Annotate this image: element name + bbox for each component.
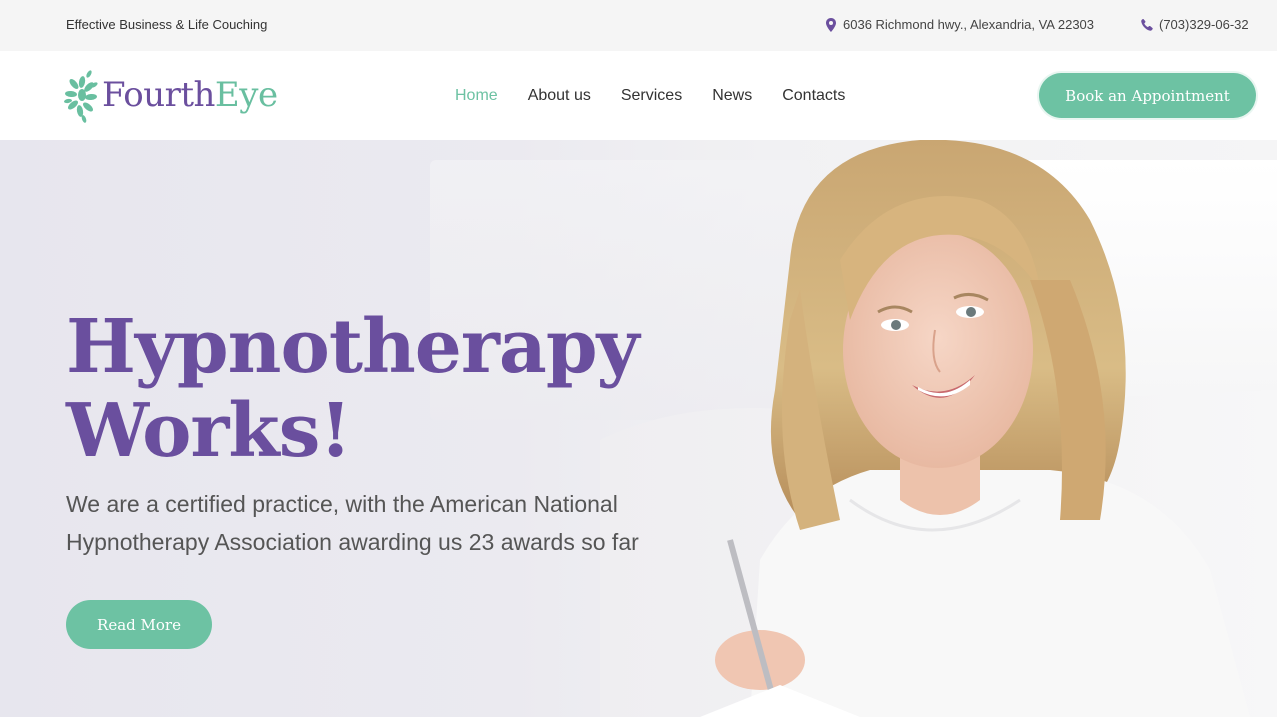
tagline: Effective Business & Life Couching <box>66 17 268 32</box>
read-more-button[interactable]: Read More <box>66 600 212 649</box>
logo-text-eye: Eye <box>214 75 278 115</box>
nav-item-contacts[interactable]: Contacts <box>782 87 845 105</box>
map-pin-icon <box>825 17 837 32</box>
hero-woman-photo <box>600 140 1277 717</box>
hero-title: Hypnotherapy Works! <box>66 304 640 474</box>
phone-info[interactable]: (703)329-06-32 <box>1141 17 1249 32</box>
hero-subtitle: We are a certified practice, with the Am… <box>66 485 666 561</box>
leaf-logo-icon <box>64 70 98 123</box>
nav-item-home[interactable]: Home <box>455 87 498 105</box>
nav-item-services[interactable]: Services <box>621 87 682 105</box>
phone-number[interactable]: (703)329-06-32 <box>1159 17 1249 32</box>
address-text: 6036 Richmond hwy., Alexandria, VA 22303 <box>843 17 1095 32</box>
address-info: 6036 Richmond hwy., Alexandria, VA 22303 <box>825 17 1094 32</box>
nav-item-about-us[interactable]: About us <box>528 87 591 105</box>
hero-subtitle-line-1: We are a certified practice, with the Am… <box>66 491 618 517</box>
main-header: FourthEye Home About us Services News Co… <box>0 51 1277 140</box>
top-bar: Effective Business & Life Couching 6036 … <box>0 0 1277 51</box>
logo[interactable]: FourthEye <box>64 65 278 125</box>
hero-title-line-2: Works! <box>66 388 352 474</box>
main-nav: Home About us Services News Contacts <box>455 87 845 105</box>
logo-text: FourthEye <box>102 75 278 115</box>
hero-subtitle-line-2: Hypnotherapy Association awarding us 23 … <box>66 529 639 555</box>
nav-item-news[interactable]: News <box>712 87 752 105</box>
book-appointment-button[interactable]: Book an Appointment <box>1039 73 1256 118</box>
hero-title-line-1: Hypnotherapy <box>66 304 640 390</box>
phone-icon <box>1141 18 1153 32</box>
hero-section: Hypnotherapy Works! We are a certified p… <box>0 140 1277 717</box>
logo-text-fourth: Fourth <box>102 75 215 115</box>
